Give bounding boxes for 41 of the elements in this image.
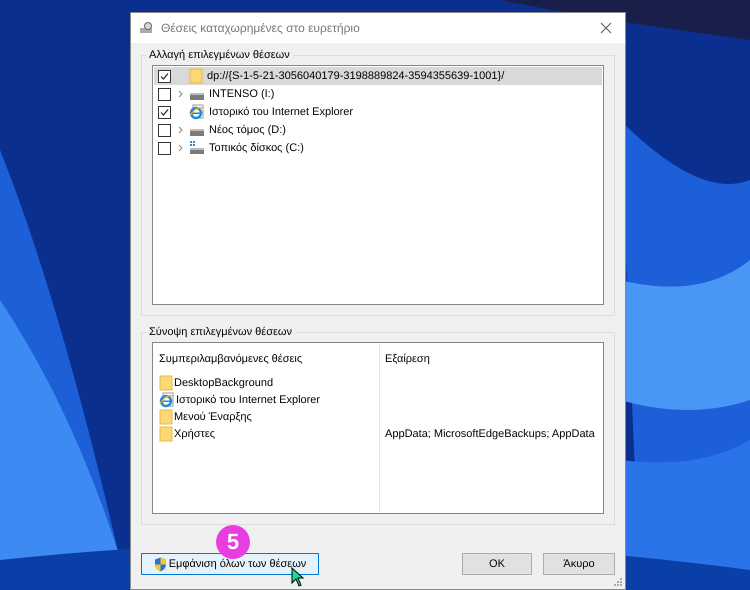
checkbox[interactable] — [158, 142, 171, 154]
table-cell: DesktopBackground — [174, 376, 274, 388]
group-title: Αλλαγή επιλεγμένων θέσεων — [148, 49, 291, 61]
resize-grip-icon — [613, 577, 623, 587]
shield-icon — [154, 556, 167, 572]
folder-icon — [159, 426, 173, 442]
drive-icon — [189, 128, 205, 136]
column-header: Εξαίρεση — [385, 352, 431, 367]
checkbox[interactable] — [158, 88, 171, 100]
checkbox[interactable] — [158, 106, 171, 118]
step-badge: 5 — [216, 525, 250, 559]
tree-item[interactable]: Τοπικός δίσκος (C:) — [154, 139, 602, 157]
folder-icon — [159, 408, 173, 424]
internet-explorer-icon — [189, 104, 205, 120]
chevron-icon[interactable] — [178, 90, 182, 98]
table-cell: Ιστορικό του Internet Explorer — [176, 394, 320, 406]
close-icon — [600, 22, 612, 34]
folder-icon — [189, 68, 203, 84]
table-cell: Χρήστες — [174, 428, 216, 440]
window-title: Θέσεις καταχωρημένες στο ευρετήριο — [161, 21, 361, 35]
column-header: Συμπεριλαμβανόμενες θέσεις — [159, 352, 304, 367]
system-drive-icon — [189, 140, 205, 156]
show-all-button[interactable]: Εμφάνιση όλων των θέσεων — [141, 553, 319, 575]
chevron-icon[interactable] — [178, 144, 182, 152]
tree-item[interactable]: Νέος τόμος (D:) — [154, 121, 602, 139]
table-cell: Μενού Έναρξης — [174, 410, 252, 422]
drive-icon — [189, 92, 205, 100]
cancel-button[interactable]: Άκυρο — [543, 553, 615, 575]
group-title: Σύνοψη επιλεγμένων θέσεων — [148, 326, 293, 338]
internet-explorer-icon — [159, 392, 175, 408]
chevron-icon[interactable] — [178, 126, 182, 134]
table-cell: AppData; MicrosoftEdgeBackups; AppData — [385, 428, 595, 440]
tree-item[interactable]: INTENSO (I:) — [154, 85, 602, 103]
tree-item[interactable]: dp://{S-1-5-21-3056040179-3198889824-3594355639-1001}/ — [154, 67, 602, 85]
checkbox[interactable] — [158, 70, 171, 82]
search-computer-icon — [139, 21, 155, 35]
cursor-icon — [291, 567, 305, 587]
ok-button[interactable]: OK — [462, 553, 532, 575]
checkbox[interactable] — [158, 124, 171, 136]
folder-icon — [159, 374, 173, 390]
tree-item[interactable]: Ιστορικό του Internet Explorer — [154, 103, 602, 121]
